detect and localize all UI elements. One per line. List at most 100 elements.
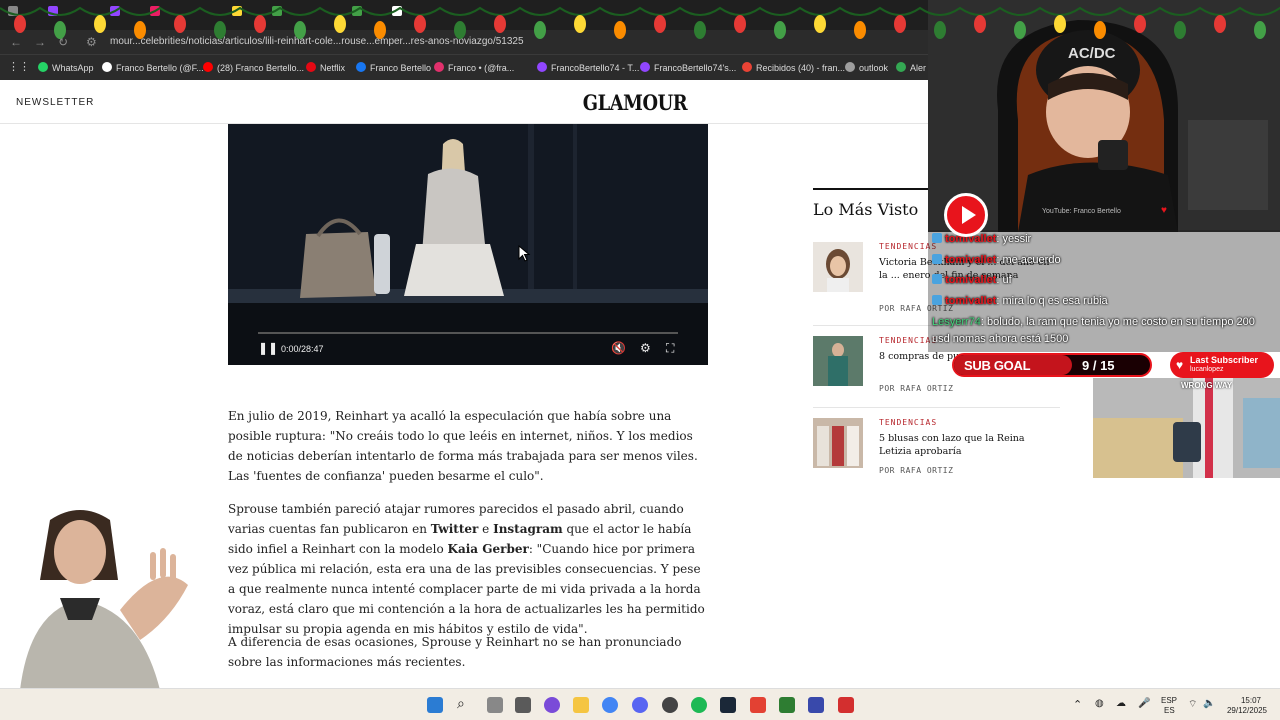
language-code[interactable]: ESP: [1161, 696, 1177, 705]
app-icon[interactable]: [808, 697, 824, 713]
apps-grid-icon[interactable]: ⋮⋮: [8, 60, 30, 73]
article-title[interactable]: 5 blusas con lazo que la Reina Letizia a…: [879, 432, 1059, 458]
discord-icon[interactable]: [632, 697, 648, 713]
article-byline: POR RAFA ORTIZ: [879, 384, 954, 393]
bookmark-item[interactable]: FrancoBertello74 - T...: [537, 62, 639, 73]
bookmark-item[interactable]: outlook: [845, 62, 888, 73]
article-category: TENDENCIAS: [879, 418, 938, 427]
reload-icon[interactable]: ↻: [58, 35, 68, 49]
chat-message: usd nomas ahora está 1500: [932, 333, 1069, 345]
clock-time[interactable]: 15:07: [1219, 696, 1261, 705]
alert-icon: [896, 62, 906, 72]
browser-tab[interactable]: [48, 6, 78, 24]
bookmark-label: Recibidos (40) - fran...: [756, 63, 846, 73]
chrome-icon[interactable]: [602, 697, 618, 713]
last-subscriber-title: Last Subscriber: [1190, 355, 1259, 365]
task-view-icon[interactable]: [487, 697, 503, 713]
cloud-icon[interactable]: ☁: [1116, 698, 1126, 709]
bookmark-item[interactable]: Netflix: [306, 62, 345, 73]
bookmark-label: Franco Bertello (@F...: [116, 63, 204, 73]
browser-tab[interactable]: [8, 6, 38, 24]
address-bar: ← → ↻ ⚙ mour...celebrities/noticias/arti…: [0, 30, 930, 54]
forward-icon[interactable]: →: [34, 35, 46, 49]
store-icon[interactable]: [515, 697, 531, 713]
taskbar: ⌕ ⌃ ◍ ☁ 🎤 ESP ES ⌔ 🔈 15:07 29/12/2025: [0, 688, 1280, 720]
obs-icon[interactable]: [662, 697, 678, 713]
video-player[interactable]: ❚❚ 0:00/28:47 🔇 ⚙ ⛶: [228, 124, 708, 365]
spotify-icon[interactable]: [691, 697, 707, 713]
chat-badge-icon: [932, 254, 942, 264]
bookmark-item[interactable]: (28) Franco Bertello...: [203, 62, 304, 73]
bookmark-item[interactable]: WhatsApp: [38, 62, 94, 73]
streamer-webcam-image: AC/DC: [928, 0, 1280, 232]
language-region[interactable]: ES: [1164, 706, 1175, 715]
bookmark-item[interactable]: Aler: [896, 62, 926, 73]
bookmark-item[interactable]: FrancoBertello74's...: [640, 62, 736, 73]
chevron-up-icon[interactable]: ⌃: [1073, 698, 1082, 711]
search-icon[interactable]: ⌕: [457, 695, 465, 712]
wrong-way-text: WRONG WAY: [1181, 381, 1233, 390]
fullscreen-icon[interactable]: ⛶: [666, 341, 674, 356]
app-icon[interactable]: [544, 697, 560, 713]
heart-icon: ♥: [1161, 205, 1167, 216]
browser-tab[interactable]: [232, 6, 262, 24]
file-explorer-icon[interactable]: [573, 697, 589, 713]
sub-goal-count: 9 / 15: [1082, 358, 1115, 373]
steam-icon[interactable]: [720, 697, 736, 713]
video-frame: [228, 124, 708, 365]
volume-icon[interactable]: 🔈: [1203, 698, 1215, 709]
twitch-icon: [640, 62, 650, 72]
bookmark-label: FrancoBertello74 - T...: [551, 63, 640, 73]
twitter-link[interactable]: Twitter: [431, 522, 479, 536]
pause-icon[interactable]: ❚❚: [258, 341, 278, 355]
back-icon[interactable]: ←: [10, 35, 22, 49]
chat-badge-icon: [932, 274, 942, 284]
bookmark-label: outlook: [859, 63, 889, 73]
bookmark-item[interactable]: Recibidos (40) - fran...: [742, 62, 845, 73]
bookmark-label: Aler: [910, 63, 927, 73]
site-logo[interactable]: GLAMOUR: [571, 90, 699, 115]
instagram-icon: [434, 62, 444, 72]
facebook-icon: [356, 62, 366, 72]
mute-icon[interactable]: 🔇: [611, 341, 626, 355]
browser-tab[interactable]: [352, 6, 382, 24]
webcam-overlay: AC/DC YouTube: Franco Bertello ♥: [928, 0, 1280, 232]
game-capture: WRONG WAY: [1093, 378, 1280, 478]
chat-badge-icon: [932, 233, 942, 243]
browser-tab[interactable]: [110, 6, 140, 24]
youtube-channel-label: YouTube: Franco Bertello: [1042, 208, 1121, 215]
character-overlay-image: [20, 510, 188, 690]
clock-date[interactable]: 29/12/2025: [1219, 706, 1267, 715]
sub-goal-bar: SUB GOAL 9 / 15: [952, 353, 1152, 377]
bookmark-item[interactable]: Franco Bertello: [356, 62, 431, 73]
app-icon[interactable]: [750, 697, 766, 713]
windows-start-icon[interactable]: [427, 697, 443, 713]
settings-gear-icon[interactable]: ⚙: [640, 341, 651, 355]
kaia-gerber-link[interactable]: Kaia Gerber: [448, 542, 529, 556]
tray-icon[interactable]: ◍: [1095, 698, 1104, 709]
microphone-icon[interactable]: 🎤: [1138, 698, 1150, 709]
globe-icon: [845, 62, 855, 72]
article-paragraph: A diferencia de esas ocasiones, Sprouse …: [228, 635, 682, 669]
bookmarks-bar: ⋮⋮ WhatsApp Franco Bertello (@F... (28) Fr…: [0, 54, 930, 80]
article-thumbnail: [813, 336, 863, 386]
bookmark-item[interactable]: Franco Bertello (@F...: [102, 62, 204, 73]
wifi-icon[interactable]: ⌔: [1188, 698, 1197, 711]
site-info-icon[interactable]: ⚙: [86, 35, 97, 49]
browser-tab[interactable]: [272, 6, 302, 24]
article-thumbnail: [813, 418, 863, 468]
instagram-link[interactable]: Instagram: [493, 522, 563, 536]
app-icon[interactable]: [838, 697, 854, 713]
browser-tab[interactable]: [150, 6, 180, 24]
gmail-icon: [742, 62, 752, 72]
video-progress-bar[interactable]: [258, 332, 678, 334]
bookmark-item[interactable]: Franco • (@fra...: [434, 62, 514, 73]
newsletter-link[interactable]: NEWSLETTER: [16, 97, 94, 108]
app-icon[interactable]: [779, 697, 795, 713]
bookmark-label: (28) Franco Bertello...: [217, 63, 305, 73]
youtube-icon: [203, 62, 213, 72]
browser-tab[interactable]: [392, 6, 422, 24]
whatsapp-icon: [38, 62, 48, 72]
play-icon: [944, 193, 988, 237]
url-field[interactable]: mour...celebrities/noticias/articulos/li…: [110, 36, 524, 47]
